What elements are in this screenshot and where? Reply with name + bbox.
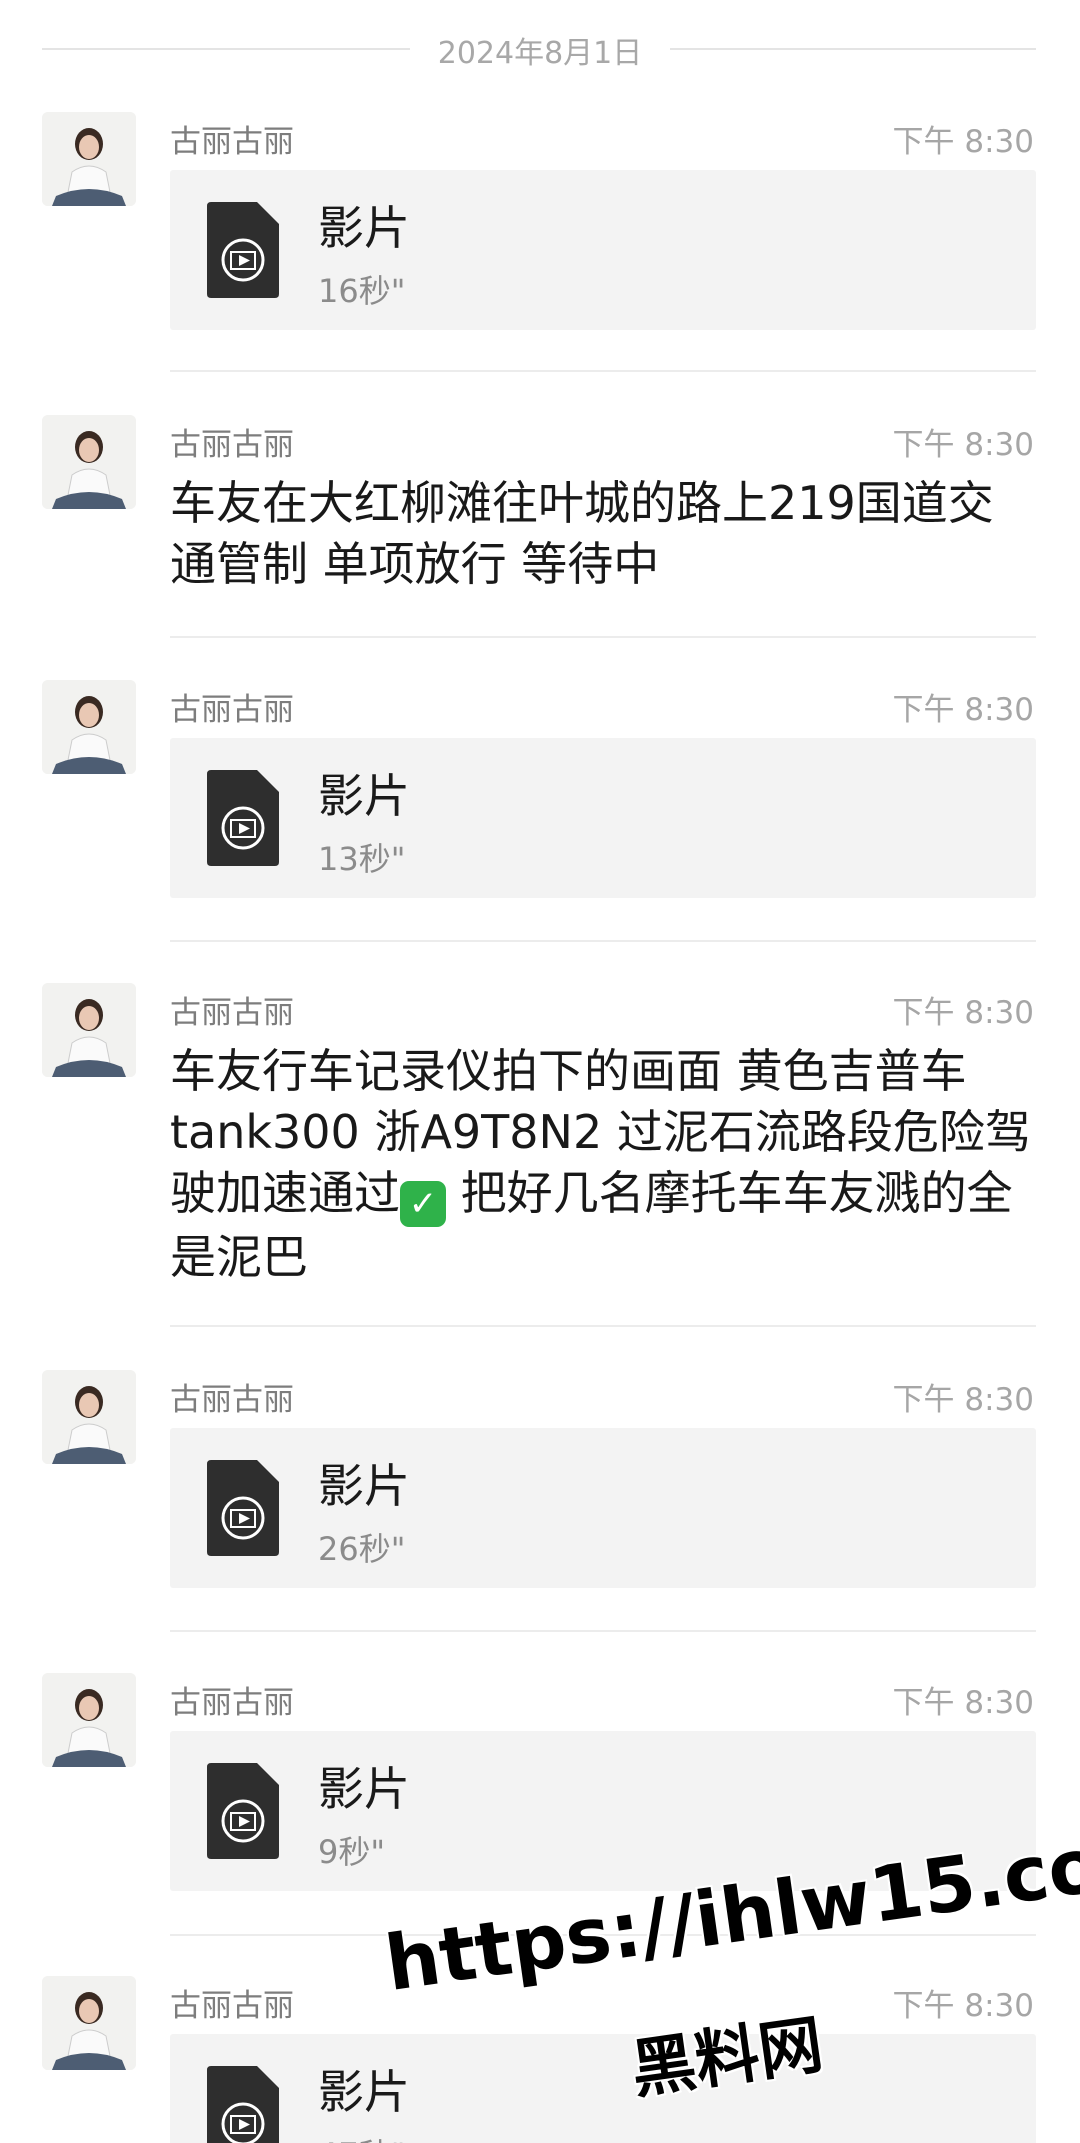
avatar[interactable] bbox=[42, 983, 136, 1077]
video-title: 影片 bbox=[318, 769, 410, 823]
sender-name: 古丽古丽 bbox=[170, 692, 294, 728]
message-time: 下午 8:30 bbox=[892, 692, 1034, 728]
text-line: tank300 浙A9T8N2 过泥石流路段危险驾 bbox=[170, 1105, 1031, 1159]
chat-message: 古丽古丽 下午 8:30 影片 13秒" bbox=[0, 680, 1080, 910]
message-time: 下午 8:30 bbox=[892, 1685, 1034, 1721]
avatar[interactable] bbox=[42, 415, 136, 509]
chat-message: 古丽古丽 下午 8:30 影片 16秒" bbox=[0, 112, 1080, 342]
video-file-icon bbox=[207, 1460, 279, 1556]
check-mark-emoji-icon: ✓ bbox=[400, 1181, 446, 1227]
message-divider bbox=[170, 1325, 1036, 1327]
message-time: 下午 8:30 bbox=[892, 995, 1034, 1031]
sender-name: 古丽古丽 bbox=[170, 1685, 294, 1721]
text-line: 通管制 单项放行 等待中 bbox=[170, 537, 660, 591]
text-segment: 把好几名摩托车车友溅的全 bbox=[446, 1166, 1013, 1220]
video-duration: 26秒" bbox=[318, 1530, 406, 1568]
text-message[interactable]: 车友行车记录仪拍下的画面 黄色吉普车 tank300 浙A9T8N2 过泥石流路… bbox=[170, 1041, 1040, 1288]
message-divider bbox=[170, 1630, 1036, 1632]
message-time: 下午 8:30 bbox=[892, 427, 1034, 463]
sender-name: 古丽古丽 bbox=[170, 427, 294, 463]
avatar[interactable] bbox=[42, 1673, 136, 1767]
message-time: 下午 8:30 bbox=[892, 124, 1034, 160]
date-separator: 2024年8月1日 bbox=[0, 22, 1080, 76]
message-divider bbox=[170, 940, 1036, 942]
text-line: 是泥巴 bbox=[170, 1230, 308, 1284]
chat-message: 古丽古丽 下午 8:30 影片 26秒" bbox=[0, 1370, 1080, 1600]
chat-message: 古丽古丽 下午 8:30 影片 9秒" bbox=[0, 1673, 1080, 1903]
video-title: 影片 bbox=[318, 1459, 410, 1513]
text-line: 车友行车记录仪拍下的画面 黄色吉普车 bbox=[170, 1044, 967, 1098]
message-time: 下午 8:30 bbox=[892, 1988, 1034, 2024]
text-message[interactable]: 车友在大红柳滩往叶城的路上219国道交 通管制 单项放行 等待中 bbox=[170, 473, 1040, 595]
video-duration: 9秒" bbox=[318, 1833, 386, 1871]
video-message-card[interactable]: 影片 9秒" bbox=[170, 1731, 1036, 1891]
message-divider bbox=[170, 1934, 1036, 1936]
sender-name: 古丽古丽 bbox=[170, 995, 294, 1031]
avatar[interactable] bbox=[42, 1370, 136, 1464]
video-message-card[interactable]: 影片 47秒" bbox=[170, 2034, 1036, 2143]
video-title: 影片 bbox=[318, 2065, 410, 2119]
chat-message: 古丽古丽 下午 8:30 车友行车记录仪拍下的画面 黄色吉普车 tank300 … bbox=[0, 983, 1080, 1303]
avatar[interactable] bbox=[42, 112, 136, 206]
text-line: 车友在大红柳滩往叶城的路上219国道交 bbox=[170, 476, 994, 530]
video-title: 影片 bbox=[318, 201, 410, 255]
message-time: 下午 8:30 bbox=[892, 1382, 1034, 1418]
date-separator-line-left bbox=[42, 48, 410, 50]
video-duration: 16秒" bbox=[318, 272, 406, 310]
video-message-card[interactable]: 影片 26秒" bbox=[170, 1428, 1036, 1588]
sender-name: 古丽古丽 bbox=[170, 1382, 294, 1418]
video-file-icon bbox=[207, 202, 279, 298]
avatar[interactable] bbox=[42, 680, 136, 774]
sender-name: 古丽古丽 bbox=[170, 1988, 294, 2024]
chat-message: 古丽古丽 下午 8:30 影片 47秒" bbox=[0, 1976, 1080, 2143]
text-line: 驶加速通过 ✓ 把好几名摩托车车友溅的全 bbox=[170, 1163, 1040, 1227]
text-segment: 驶加速通过 bbox=[170, 1166, 400, 1220]
video-message-card[interactable]: 影片 13秒" bbox=[170, 738, 1036, 898]
video-duration: 47秒" bbox=[318, 2130, 405, 2143]
avatar[interactable] bbox=[42, 1976, 136, 2070]
video-file-icon bbox=[207, 1763, 279, 1859]
sender-name: 古丽古丽 bbox=[170, 124, 294, 160]
video-file-icon bbox=[207, 2066, 279, 2143]
video-file-icon bbox=[207, 770, 279, 866]
date-label: 2024年8月1日 bbox=[437, 36, 643, 71]
chat-message: 古丽古丽 下午 8:30 车友在大红柳滩往叶城的路上219国道交 通管制 单项放… bbox=[0, 415, 1080, 615]
video-title: 影片 bbox=[318, 1762, 410, 1816]
message-divider bbox=[170, 370, 1036, 372]
message-divider bbox=[170, 636, 1036, 638]
date-separator-line-right bbox=[670, 48, 1036, 50]
video-duration: 13秒" bbox=[318, 840, 406, 878]
video-message-card[interactable]: 影片 16秒" bbox=[170, 170, 1036, 330]
